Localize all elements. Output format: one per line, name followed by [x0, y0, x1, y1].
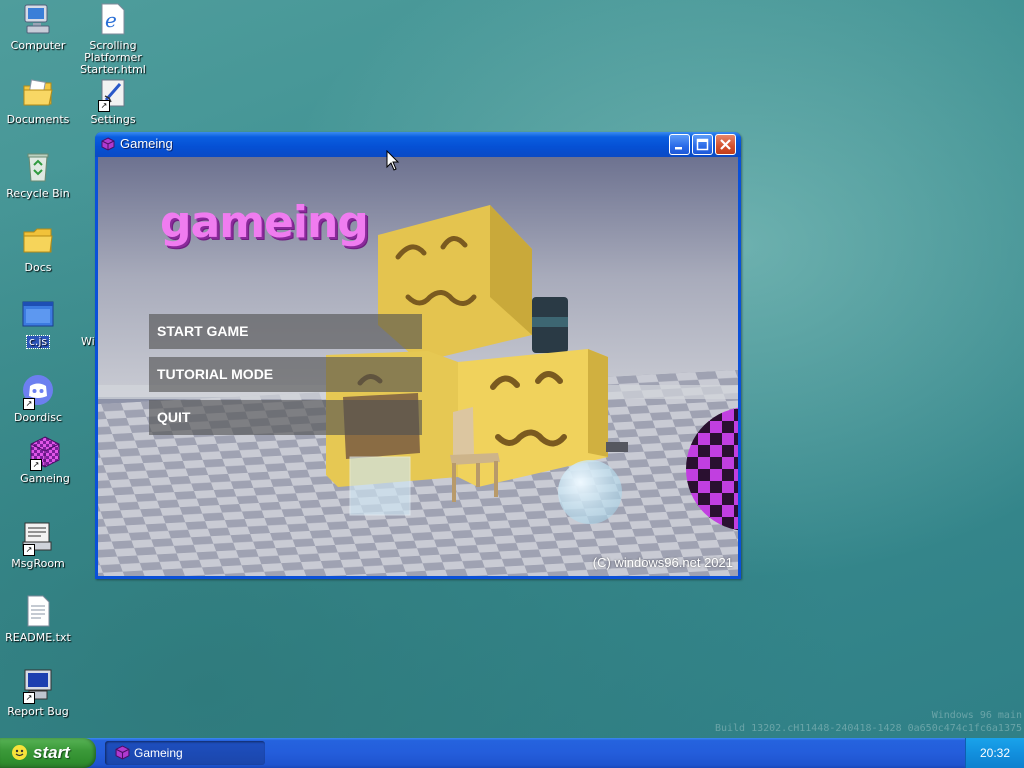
report-bug-computer-icon: ↗ [21, 668, 55, 704]
desktop-icon-docs[interactable]: Docs [0, 224, 76, 274]
desktop-icon-label: Settings [90, 113, 136, 126]
ie-html-file-icon: e [96, 2, 130, 36]
minimize-icon [675, 147, 682, 150]
minimize-button[interactable] [669, 134, 690, 155]
folder-icon [21, 224, 55, 258]
system-tray-clock[interactable]: 20:32 [965, 738, 1024, 768]
desktop-icon-recycle-bin[interactable]: Recycle Bin [0, 150, 76, 200]
settings-icon: ↗ [96, 76, 130, 112]
desktop-icon-computer[interactable]: Computer [0, 2, 76, 52]
desktop-icon-label: Recycle Bin [6, 187, 70, 200]
desktop-icon-label: Documents [6, 113, 70, 126]
start-smiley-icon [12, 745, 27, 760]
msgroom-icon: ↗ [21, 520, 55, 556]
copyright-text: (C) windows96.net 2021 [592, 555, 733, 570]
desktop-icon-label: Report Bug [7, 705, 69, 718]
desktop-icon-label: MsgRoom [11, 557, 65, 570]
game-title: gameing [160, 197, 369, 248]
shortcut-arrow-icon: ↗ [23, 398, 35, 410]
shortcut-arrow-icon: ↗ [30, 459, 42, 471]
shortcut-arrow-icon: ↗ [23, 544, 35, 556]
documents-folder-icon [21, 76, 55, 110]
desktop-icon-label: README.txt [5, 631, 71, 644]
desktop-icon-doordisc[interactable]: ↗ Doordisc [0, 374, 76, 424]
text-file-icon [21, 594, 55, 628]
close-button[interactable] [715, 134, 736, 155]
game-viewport[interactable]: gameing START GAME TUTORIAL MODE QUIT (C… [98, 157, 738, 576]
start-game-button[interactable]: START GAME [149, 314, 422, 349]
desktop-icon-report-bug[interactable]: ↗ Report Bug [0, 668, 76, 718]
taskbar: start Gameing 20:32 [0, 738, 1024, 768]
maximize-button[interactable] [692, 134, 713, 155]
start-button[interactable]: start [0, 738, 96, 768]
desktop-icon-label: c.js [25, 335, 51, 349]
taskbar-item-label: Gameing [134, 746, 183, 760]
desktop-icon-label: Docs [24, 261, 52, 274]
desktop-icon-readme[interactable]: README.txt [0, 594, 76, 644]
build-watermark: Windows 96 main Build 13202.cH11448-2404… [715, 709, 1022, 735]
discord-icon: ↗ [21, 374, 55, 410]
desktop-icon-documents[interactable]: Documents [0, 76, 76, 126]
desktop-icon-label: Gameing [20, 472, 70, 485]
watermark-line: Windows 96 main [931, 710, 1022, 721]
desktop-icon-label: Scrolling Platformer Starter.html [80, 39, 146, 76]
desktop-icon-gameing[interactable]: ↗ Gameing [7, 435, 83, 485]
shortcut-arrow-icon: ↗ [23, 692, 35, 704]
mouse-cursor-icon [386, 150, 400, 171]
window-title: Gameing [120, 136, 173, 151]
gameing-window: Gameing gameing START GAME TUTORIAL MODE… [95, 132, 741, 579]
desktop-icon-settings[interactable]: ↗ Settings [75, 76, 151, 126]
start-label: start [33, 743, 70, 762]
desktop-icon-cjs[interactable]: c.js [0, 298, 76, 349]
desktop-icon-label-partial: Wi [81, 335, 95, 348]
shortcut-arrow-icon: ↗ [98, 100, 110, 112]
watermark-line: Build 13202.cH11448-240418-1428 0a650c47… [714, 723, 1022, 734]
close-icon [720, 139, 731, 150]
taskbar-item-gameing[interactable]: Gameing [105, 741, 265, 765]
gameing-cube-icon: ↗ [28, 435, 62, 471]
maximize-icon [696, 138, 709, 151]
js-window-icon [21, 298, 55, 332]
desktop-icon-label: Computer [10, 39, 66, 52]
desktop-icon-scrolling-platformer[interactable]: e Scrolling Platformer Starter.html [75, 2, 151, 76]
tutorial-mode-button[interactable]: TUTORIAL MODE [149, 357, 422, 392]
desktop-icon-label: Doordisc [13, 411, 63, 424]
window-titlebar[interactable]: Gameing [95, 132, 741, 157]
computer-icon [21, 2, 55, 36]
desktop-icon-msgroom[interactable]: ↗ MsgRoom [0, 520, 76, 570]
svg-text:e: e [105, 8, 117, 32]
gameing-cube-icon [115, 745, 130, 760]
quit-button[interactable]: QUIT [149, 400, 422, 435]
gameing-cube-icon [101, 137, 115, 151]
recycle-bin-icon [21, 150, 55, 184]
